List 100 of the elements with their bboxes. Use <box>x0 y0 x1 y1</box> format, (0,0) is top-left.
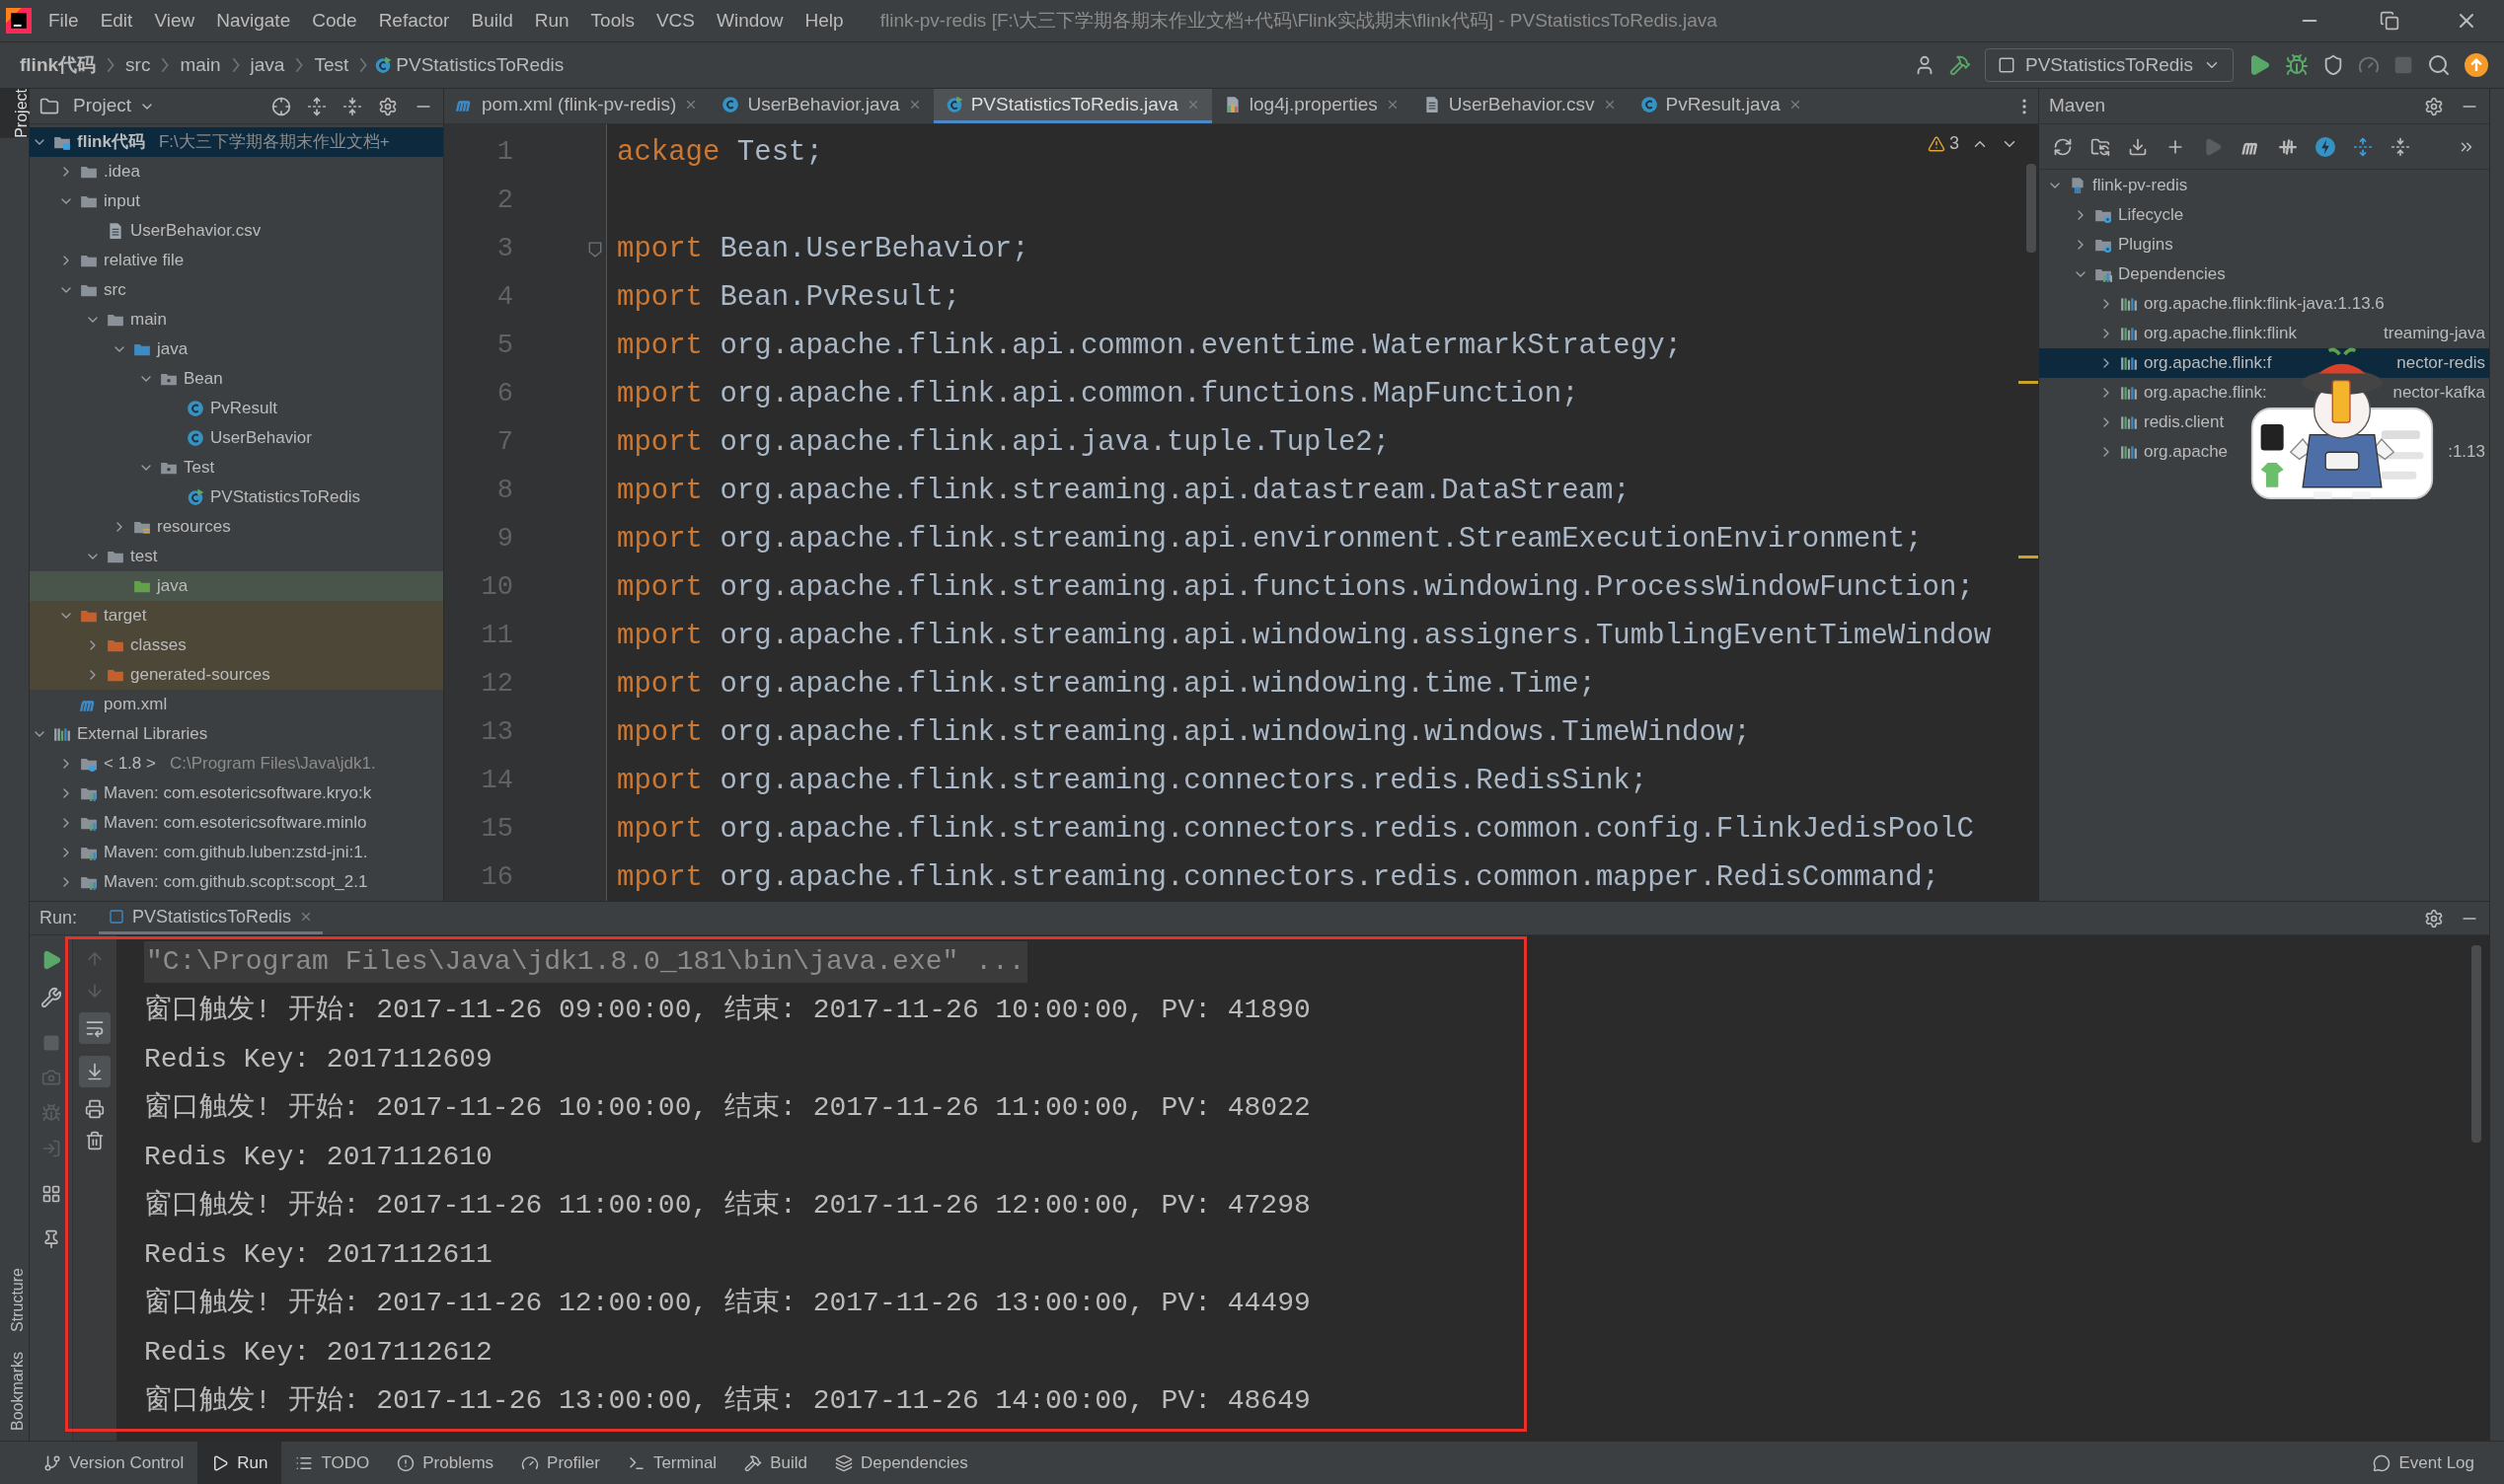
folder-sync-icon[interactable] <box>2090 136 2110 157</box>
tree-item[interactable]: relative file <box>58 246 185 275</box>
fold-marker-icon[interactable] <box>588 241 602 258</box>
settings-icon[interactable] <box>2424 908 2444 928</box>
menu-item[interactable]: Edit <box>89 0 144 41</box>
tree-item[interactable]: java <box>112 334 189 364</box>
soft-wrap-toggle[interactable] <box>79 1012 111 1044</box>
tree-item[interactable]: org.apache.flink:flink <box>2098 319 2297 348</box>
tree-item[interactable]: resources <box>112 512 231 542</box>
tree-item[interactable]: PvResult <box>165 394 278 423</box>
menu-item[interactable]: VCS <box>645 0 706 41</box>
tree-item[interactable]: Maven: com.esotericsoftware.minlo <box>58 808 367 838</box>
menu-item[interactable]: Tools <box>579 0 645 41</box>
lightning-icon[interactable] <box>2315 136 2335 157</box>
editor-tab[interactable]: UserBehavior.csv <box>1410 89 1629 123</box>
tree-item[interactable]: Test <box>138 453 215 482</box>
tree-item[interactable]: org.apache.flink:flink-java:1.13.6 <box>2098 289 2385 319</box>
breadcrumb[interactable]: src <box>121 50 155 80</box>
menu-item[interactable]: Build <box>460 0 524 41</box>
menu-item[interactable]: Window <box>706 0 795 41</box>
menu-item[interactable]: File <box>38 0 90 41</box>
expand-all-icon[interactable] <box>307 96 327 116</box>
editor-tab[interactable]: UserBehavior.java <box>710 89 934 123</box>
layout-icon[interactable] <box>40 1184 61 1204</box>
scroll-to-end-toggle[interactable] <box>79 1056 111 1087</box>
tool-window-button[interactable]: Dependencies <box>820 1442 982 1484</box>
tool-window-button[interactable]: Run <box>197 1442 282 1484</box>
tree-item[interactable]: org.apache.flink:f nector-redis <box>2039 348 2489 378</box>
download-icon[interactable] <box>2128 136 2148 157</box>
coverage-icon[interactable] <box>2322 54 2344 76</box>
menu-item[interactable]: Help <box>794 0 855 41</box>
menu-item[interactable]: Navigate <box>205 0 302 41</box>
tree-item[interactable]: generated-sources <box>30 660 443 690</box>
tree-item[interactable]: Dependencies <box>2073 260 2226 289</box>
tree-item[interactable]: UserBehavior <box>165 423 312 453</box>
tree-item[interactable]: org.apache.flink: <box>2098 378 2267 408</box>
tree-item[interactable]: src <box>58 275 126 305</box>
tree-item[interactable]: Maven: com.esotericsoftware.kryo:k <box>58 779 372 808</box>
tree-item[interactable]: External Libraries <box>32 719 208 749</box>
tool-window-button[interactable]: Version Control <box>30 1442 198 1484</box>
breadcrumb[interactable]: main <box>176 50 225 80</box>
scrollbar[interactable] <box>2471 945 2481 1143</box>
tool-window-tab[interactable]: Project <box>0 89 30 138</box>
event-log-button[interactable]: Event Log <box>2373 1449 2474 1476</box>
menu-item[interactable]: Code <box>301 0 368 41</box>
toggle-offline-icon[interactable] <box>2278 136 2298 157</box>
tree-item[interactable]: Bean <box>138 364 223 394</box>
tree-item[interactable]: flink代码 F:\大三下学期各期末作业文档+ <box>30 127 443 157</box>
locate-icon[interactable] <box>271 96 291 116</box>
tool-window-tab[interactable]: Structure <box>0 1268 30 1332</box>
tree-item[interactable]: Maven: com.github.luben:zstd-jni:1. <box>58 838 368 867</box>
menu-item[interactable]: View <box>143 0 206 41</box>
collapse-all-icon[interactable] <box>2390 136 2410 157</box>
warning-count[interactable]: 3 <box>1928 130 1959 157</box>
debug-icon[interactable] <box>2285 53 2309 77</box>
panel-title[interactable]: Project <box>73 92 156 120</box>
run-configuration-dropdown[interactable]: PVStatisticsToRedis <box>1985 48 2234 82</box>
tree-item[interactable]: < 1.8 > C:\Program Files\Java\jdk1. <box>58 749 376 779</box>
scrollbar[interactable] <box>2026 164 2036 253</box>
editor-tab[interactable]: pom.xml (flink-pv-redis) <box>444 89 711 123</box>
tree-item[interactable]: pom.xml <box>58 690 168 719</box>
editor-tab[interactable]: log4j.properties <box>1211 89 1411 123</box>
collapse-all-icon[interactable] <box>342 96 362 116</box>
breadcrumb[interactable]: Test <box>310 50 353 80</box>
settings-icon[interactable] <box>378 96 398 116</box>
expand-all-icon[interactable] <box>2353 136 2373 157</box>
update-icon[interactable] <box>2465 53 2488 77</box>
tree-item[interactable]: input <box>58 186 140 216</box>
build-icon[interactable] <box>1949 54 1971 76</box>
tool-window-button[interactable]: TODO <box>281 1442 384 1484</box>
tool-window-button[interactable]: Problems <box>383 1442 508 1484</box>
warning-marker[interactable] <box>2018 381 2038 384</box>
tree-item[interactable]: redis.client <box>2098 408 2225 437</box>
search-icon[interactable] <box>2427 53 2451 77</box>
tree-item[interactable]: Maven: com.github.scopt:scopt_2.1 <box>58 867 368 897</box>
menu-item[interactable]: Refactor <box>367 0 461 41</box>
restore-icon[interactable] <box>2380 11 2399 31</box>
print-icon[interactable] <box>85 1099 105 1119</box>
tool-window-button[interactable]: Build <box>730 1442 821 1484</box>
tree-item[interactable]: target <box>30 601 443 631</box>
editor-tab[interactable]: PVStatisticsToRedis.java <box>933 89 1212 123</box>
refresh-icon[interactable] <box>2053 136 2073 157</box>
tree-item[interactable]: UserBehavior.csv <box>85 216 262 246</box>
breadcrumb[interactable]: java <box>246 50 289 80</box>
settings-icon[interactable] <box>2424 96 2444 116</box>
breadcrumb[interactable]: flink代码 <box>16 50 101 80</box>
tree-item[interactable]: main <box>85 305 167 334</box>
tree-item[interactable]: .idea <box>58 157 140 186</box>
tree-item[interactable]: PVStatisticsToRedis <box>165 482 361 512</box>
menu-item[interactable]: Run <box>523 0 580 41</box>
tree-item[interactable]: Plugins <box>2073 230 2173 260</box>
tree-item[interactable]: java <box>30 571 443 601</box>
tree-item[interactable]: flink-pv-redis <box>2047 171 2188 200</box>
breadcrumb[interactable]: PVStatisticsToRedis <box>392 50 569 80</box>
tree-item[interactable]: org.apache <box>2098 437 2229 467</box>
tool-window-tab[interactable]: Bookmarks <box>0 1351 30 1431</box>
trash-icon[interactable] <box>85 1131 105 1150</box>
tree-item[interactable]: Lifecycle <box>2073 200 2184 230</box>
wrench-icon[interactable] <box>39 987 62 1008</box>
editor-tab[interactable]: PvResult.java <box>1628 89 1814 123</box>
